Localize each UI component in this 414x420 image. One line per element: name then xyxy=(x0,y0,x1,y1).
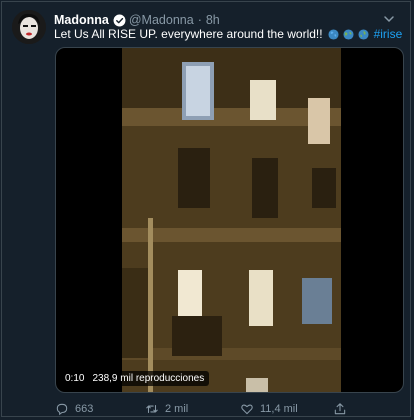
video-stats-badge: 0:10 238,9 mil reproducciones xyxy=(60,371,210,386)
verified-badge-icon xyxy=(113,14,126,26)
video-frame[interactable] xyxy=(122,48,341,392)
retweet-count: 2 mil xyxy=(165,403,189,415)
retweet-button[interactable]: 2 mil xyxy=(145,402,188,416)
share-icon xyxy=(334,403,346,415)
heart-icon xyxy=(241,404,253,415)
video-duration: 0:10 xyxy=(65,373,85,384)
retweet-icon xyxy=(146,404,158,414)
like-button[interactable]: 11,4 mil xyxy=(240,402,298,416)
avatar-image xyxy=(12,10,46,44)
tweet-card[interactable]: Madonna @Madonna · 8h Let Us All RISE UP… xyxy=(1,1,411,417)
reply-count: 663 xyxy=(75,403,94,415)
reply-button[interactable]: 663 xyxy=(55,402,93,416)
globe-emoji-icon xyxy=(343,29,354,40)
timestamp[interactable]: 8h xyxy=(206,13,220,27)
tweet-text: Let Us All RISE UP. everywhere around th… xyxy=(54,27,402,42)
hashtag-link[interactable]: #irise xyxy=(374,27,403,42)
author-handle[interactable]: @Madonna xyxy=(129,13,194,27)
share-button[interactable] xyxy=(333,402,347,416)
globe-emoji-icon xyxy=(328,29,339,40)
chevron-down-icon[interactable] xyxy=(382,12,396,26)
like-count: 11,4 mil xyxy=(260,403,298,415)
tweet-header: Madonna @Madonna · 8h xyxy=(54,12,220,28)
globe-emoji-icon xyxy=(358,29,369,40)
video-view-count: 238,9 mil reproducciones xyxy=(92,373,205,384)
separator-dot: · xyxy=(197,13,202,27)
tweet-actions: 663 2 mil 11,4 mil xyxy=(55,402,355,418)
video-player[interactable]: 0:10 238,9 mil reproducciones xyxy=(55,47,404,393)
author-name[interactable]: Madonna xyxy=(54,13,109,27)
tweet-text-main: Let Us All RISE UP. everywhere around th… xyxy=(54,27,323,41)
avatar[interactable] xyxy=(12,10,46,44)
video-still-image xyxy=(122,48,341,392)
reply-icon xyxy=(56,403,68,416)
